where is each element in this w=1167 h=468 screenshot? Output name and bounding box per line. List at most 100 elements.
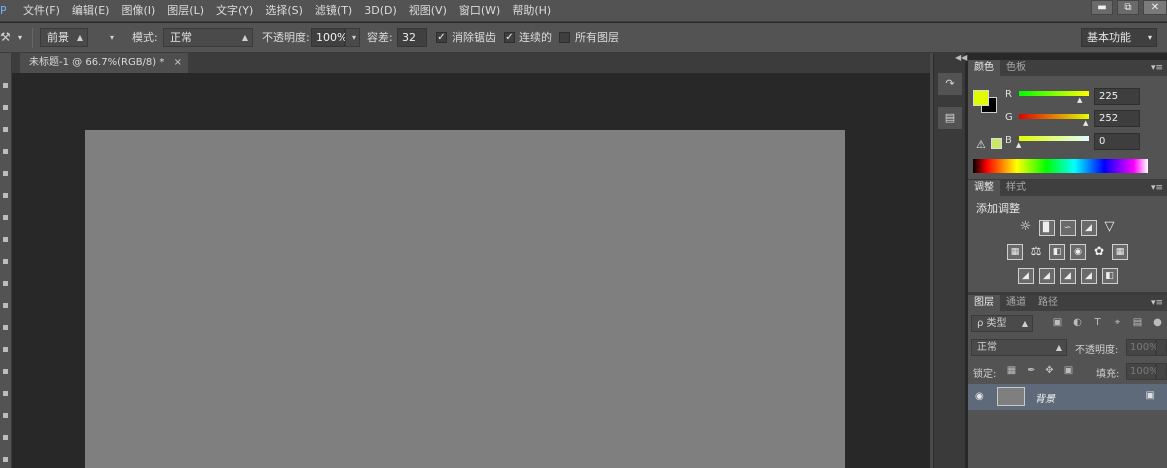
panel-menu-icon[interactable]: ▾≡ — [1151, 60, 1163, 76]
all-layers-checkbox[interactable] — [559, 32, 570, 43]
type-filter-icon[interactable]: T — [1092, 317, 1103, 328]
blend-mode-select[interactable]: 正常 ▲︎ — [971, 339, 1067, 356]
workspace-switcher[interactable]: 基本功能 ▾ — [1081, 28, 1157, 47]
fill-input[interactable]: 100% — [1126, 363, 1159, 380]
eyedropper-tool-icon[interactable] — [3, 193, 8, 198]
layer-opacity-input[interactable]: 100% — [1126, 339, 1159, 356]
collapse-dock-icon[interactable]: ◀◀ — [955, 53, 967, 62]
posterize-icon[interactable]: ◢ — [1038, 268, 1055, 284]
menu-type[interactable]: 文字(Y) — [211, 0, 258, 22]
exposure-icon[interactable]: ◢ — [1080, 220, 1097, 236]
vibrance-icon[interactable]: ▽ — [1102, 220, 1118, 236]
menu-view[interactable]: 视图(V) — [404, 0, 452, 22]
brightness-contrast-icon[interactable]: ☼ — [1018, 220, 1034, 236]
pattern-picker[interactable]: ▾ — [93, 28, 119, 47]
menu-window[interactable]: 窗口(W) — [454, 0, 505, 22]
brush-tool-icon[interactable] — [3, 237, 8, 242]
adjustment-filter-icon[interactable]: ◐ — [1072, 317, 1083, 328]
type-tool-icon[interactable] — [3, 413, 8, 418]
slider-g-caret-icon[interactable]: ▲ — [1083, 119, 1088, 127]
minimize-button[interactable]: ▬ — [1091, 0, 1113, 15]
gamut-swatch[interactable] — [991, 138, 1002, 149]
panel-menu-icon[interactable]: ▾≡ — [1151, 180, 1163, 196]
lock-pixels-icon[interactable]: ✒ — [1026, 365, 1037, 376]
filter-toggle-icon[interactable]: ● — [1152, 317, 1163, 328]
channel-input-g[interactable]: 252 — [1094, 110, 1140, 127]
history-brush-tool-icon[interactable] — [3, 281, 8, 286]
menu-image[interactable]: 图像(I) — [116, 0, 160, 22]
document-tab[interactable]: 未标题-1 @ 66.7%(RGB/8) * × — [20, 53, 188, 73]
tab-swatches[interactable]: 色板 — [1000, 60, 1032, 76]
paint-bucket-icon[interactable]: ⚒ — [0, 29, 14, 45]
opacity-dropdown[interactable] — [1156, 339, 1167, 356]
photoshop-logo[interactable]: Ps — [0, 4, 6, 18]
slider-b[interactable] — [1019, 136, 1089, 141]
marquee-tool-icon[interactable] — [3, 105, 8, 110]
panel-menu-icon[interactable]: ▾≡ — [1151, 295, 1163, 311]
gradient-map-icon[interactable]: ◢ — [1080, 268, 1097, 284]
mode-select[interactable]: 正常 ▲︎ — [163, 28, 253, 47]
tool-preset-caret-icon[interactable]: ▾ — [18, 29, 22, 47]
channel-mixer-icon[interactable]: ✿ — [1091, 244, 1107, 260]
close-button[interactable]: ✕ — [1143, 0, 1167, 15]
eraser-tool-icon[interactable] — [3, 303, 8, 308]
opacity-input[interactable]: 100% — [311, 28, 347, 47]
curves-icon[interactable]: ∽ — [1059, 220, 1076, 236]
crop-tool-icon[interactable] — [3, 171, 8, 176]
color-spectrum-bar[interactable] — [973, 159, 1148, 173]
color-balance-icon[interactable]: ⚖ — [1028, 244, 1044, 260]
tab-adjustments[interactable]: 调整 — [968, 180, 1000, 196]
black-white-icon[interactable]: ◧ — [1049, 244, 1065, 260]
menu-edit[interactable]: 编辑(E) — [67, 0, 115, 22]
foreground-color-swatch[interactable] — [973, 90, 989, 106]
contiguous-checkbox[interactable]: ✓ — [504, 32, 515, 43]
threshold-icon[interactable]: ◢ — [1059, 268, 1076, 284]
menu-help[interactable]: 帮助(H) — [507, 0, 556, 22]
stamp-tool-icon[interactable] — [3, 259, 8, 264]
quick-select-tool-icon[interactable] — [3, 149, 8, 154]
fill-source-select[interactable]: 前景 ▲︎ — [40, 28, 88, 47]
lock-position-icon[interactable]: ✥ — [1044, 365, 1055, 376]
pixel-filter-icon[interactable]: ▣ — [1052, 317, 1063, 328]
menu-select[interactable]: 选择(S) — [260, 0, 308, 22]
slider-b-caret-icon[interactable]: ▲ — [1016, 141, 1021, 149]
hue-saturation-icon[interactable]: ▦ — [1007, 244, 1023, 260]
restore-button[interactable]: ⧉ — [1117, 0, 1139, 15]
channel-input-b[interactable]: 0 — [1094, 133, 1140, 150]
shape-tool-icon[interactable] — [3, 457, 8, 462]
tab-channels[interactable]: 通道 — [1000, 295, 1032, 311]
blur-tool-icon[interactable] — [3, 347, 8, 352]
color-lookup-icon[interactable]: ▦ — [1112, 244, 1128, 260]
menu-file[interactable]: 文件(F) — [18, 0, 65, 22]
lock-all-icon[interactable]: ▣ — [1063, 365, 1074, 376]
close-icon[interactable]: × — [174, 53, 182, 72]
menu-filter[interactable]: 滤镜(T) — [310, 0, 357, 22]
tab-color[interactable]: 颜色 — [968, 60, 1000, 76]
move-tool-icon[interactable] — [3, 83, 8, 88]
healing-tool-icon[interactable] — [3, 215, 8, 220]
pen-tool-icon[interactable] — [3, 391, 8, 396]
layer-row[interactable]: ◉ 背景 ▣ — [968, 384, 1167, 410]
paint-bucket-tool-icon[interactable] — [3, 325, 8, 330]
opacity-dropdown[interactable]: ▾ — [345, 28, 360, 47]
channel-input-r[interactable]: 225 — [1094, 88, 1140, 105]
tolerance-input[interactable]: 32 — [397, 28, 427, 47]
invert-icon[interactable]: ◢ — [1017, 268, 1034, 284]
selective-color-icon[interactable]: ◧ — [1101, 268, 1118, 284]
history-panel-icon[interactable]: ↷ — [938, 73, 962, 95]
lasso-tool-icon[interactable] — [3, 127, 8, 132]
fill-dropdown[interactable] — [1156, 363, 1167, 380]
lock-transparency-icon[interactable]: ▦ — [1006, 365, 1017, 376]
levels-icon[interactable]: ▉ — [1038, 220, 1055, 236]
dodge-tool-icon[interactable] — [3, 369, 8, 374]
properties-panel-icon[interactable]: ▤ — [938, 107, 962, 129]
antialias-checkbox[interactable]: ✓ — [436, 32, 447, 43]
tab-styles[interactable]: 样式 — [1000, 180, 1032, 196]
photo-filter-icon[interactable]: ◉ — [1070, 244, 1086, 260]
slider-r-caret-icon[interactable]: ▲ — [1077, 96, 1082, 104]
menu-3d[interactable]: 3D(D) — [359, 0, 402, 22]
smart-object-filter-icon[interactable]: ▤ — [1132, 317, 1143, 328]
visibility-eye-icon[interactable]: ◉ — [975, 391, 987, 403]
layer-name[interactable]: 背景 — [1035, 390, 1055, 405]
menu-layer[interactable]: 图层(L) — [162, 0, 209, 22]
